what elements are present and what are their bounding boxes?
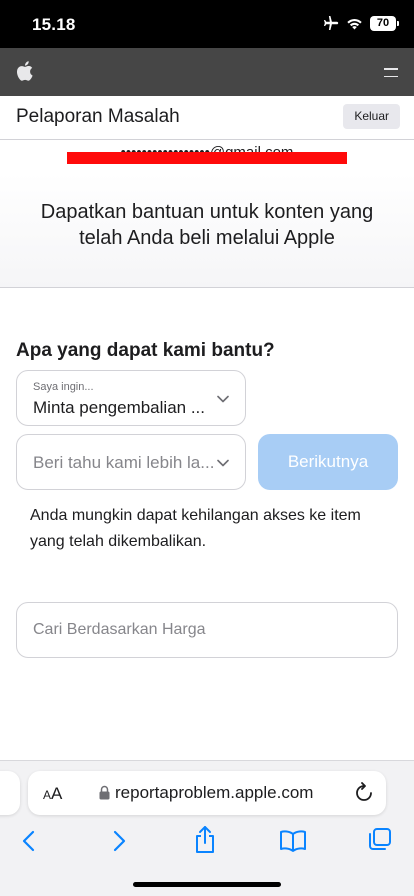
next-button[interactable]: Berikutnya — [258, 434, 398, 490]
back-icon[interactable] — [20, 829, 38, 853]
hero-banner: Dapatkan bantuan untuk konten yang telah… — [0, 173, 414, 288]
redaction-bar — [67, 152, 347, 164]
screen: 15.18 70 Pelaporan Masalah Keluar ••••••… — [0, 0, 414, 896]
forward-icon[interactable] — [110, 829, 128, 853]
price-search-placeholder: Cari Berdasarkan Harga — [33, 621, 206, 638]
page-settings-button[interactable]: AA — [43, 784, 62, 804]
url-text: reportaproblem.apple.com — [115, 783, 314, 802]
hero-title: Dapatkan bantuan untuk konten yang telah… — [40, 201, 374, 249]
previous-tab-peek[interactable] — [0, 771, 20, 815]
wifi-icon — [347, 18, 362, 29]
detail-select[interactable]: Beri tahu kami lebih la... — [16, 434, 246, 490]
account-email-strip: •••••••••••••••••@gmail.com — [0, 141, 414, 173]
request-type-value: Minta pengembalian ... — [33, 398, 205, 417]
request-type-select[interactable]: Saya ingin... Minta pengembalian ... — [16, 370, 246, 426]
status-icons: 70 — [323, 15, 399, 31]
chevron-down-icon — [217, 395, 229, 403]
question-heading: Apa yang dapat kami bantu? — [16, 340, 275, 361]
price-search-input[interactable]: Cari Berdasarkan Harga — [16, 602, 398, 658]
status-time: 15.18 — [32, 15, 76, 34]
info-text: Anda mungkin dapat kehilangan akses ke i… — [30, 507, 361, 550]
chevron-down-icon — [217, 459, 229, 467]
reload-icon[interactable] — [354, 782, 374, 804]
apple-logo-icon[interactable] — [16, 61, 33, 81]
address-bar[interactable]: AA reportaproblem.apple.com — [28, 771, 386, 815]
apple-global-nav — [0, 48, 414, 96]
battery-icon: 70 — [370, 15, 399, 31]
airplane-icon — [324, 16, 339, 30]
safari-toolbar — [0, 825, 414, 865]
detail-select-placeholder: Beri tahu kami lebih la... — [33, 453, 215, 472]
local-nav: Pelaporan Masalah Keluar — [0, 96, 414, 140]
menu-icon[interactable] — [384, 68, 398, 78]
lock-icon — [99, 785, 110, 800]
share-icon[interactable] — [193, 825, 217, 855]
page-title: Pelaporan Masalah — [16, 106, 180, 127]
status-bar: 15.18 70 — [0, 0, 414, 48]
tabs-icon[interactable] — [368, 827, 392, 851]
request-type-label: Saya ingin... — [33, 381, 94, 393]
bookmarks-icon[interactable] — [279, 829, 307, 853]
safari-bottom-bar: AA reportaproblem.apple.com — [0, 760, 414, 896]
logout-button[interactable]: Keluar — [343, 104, 400, 129]
home-indicator — [133, 882, 281, 887]
